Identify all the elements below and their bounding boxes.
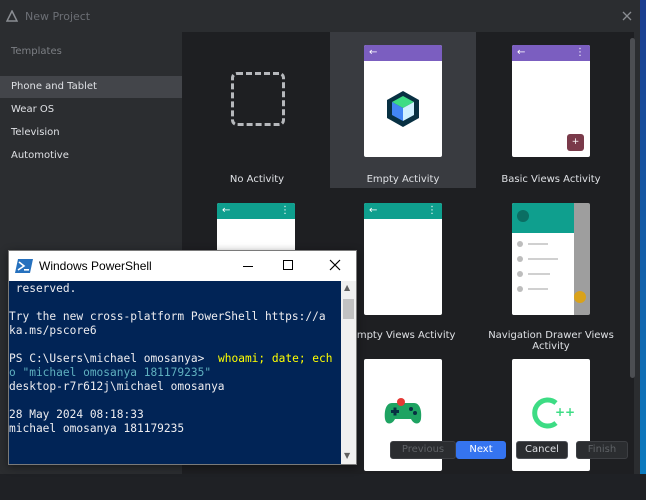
close-icon[interactable] [327,257,343,273]
console-prompt: PS C:\Users\michael omosanya> [9,352,212,365]
svg-text:++: ++ [555,405,574,419]
template-native-cpp[interactable]: ++ [478,344,624,500]
template-empty-activity[interactable]: ← Empty Activity [330,32,476,188]
window-titlebar: New Project [0,0,646,32]
desktop-wallpaper-edge [640,0,646,474]
powershell-titlebar[interactable]: Windows PowerShell [9,251,356,281]
template-no-activity[interactable]: No Activity [184,32,330,188]
navigation-drawer [512,203,574,315]
sidebar-item-phone-and-tablet[interactable]: Phone and Tablet [0,76,182,98]
drawer-item-icon [517,271,523,277]
console-line: michael omosanya 181179235 [9,422,185,435]
drawer-item-line [528,288,548,290]
app-bar: ← ⋮ [364,203,442,219]
game-controller-icon [384,398,422,424]
console-line: Try the new cross-platform PowerShell ht… [9,310,326,323]
wizard-buttons: Previous Next Cancel Finish [372,441,634,459]
close-icon[interactable] [620,9,634,23]
drawer-item-icon [517,286,523,292]
console-line: desktop-r7r612j\michael omosanya [9,380,225,393]
sidebar-item-television[interactable]: Television [0,122,182,144]
app-bar: ← ⋮ [217,203,295,219]
phone-preview [512,203,590,315]
finish-button[interactable]: Finish [576,441,628,459]
minimize-icon[interactable] [243,266,253,267]
scroll-down-icon[interactable]: ▼ [344,451,350,460]
no-activity-placeholder-icon [231,72,285,126]
drawer-item-line [528,243,548,245]
back-arrow-icon: ← [222,205,231,216]
template-label: No Activity [229,174,285,185]
sidebar-item-wear-os[interactable]: Wear OS [0,99,182,121]
powershell-window[interactable]: Windows PowerShell reserved. Try the new… [8,250,357,465]
powershell-title: Windows PowerShell [39,259,152,273]
console-command: whoami; date; ech [218,352,333,365]
phone-preview: ← ⋮ [364,203,442,315]
cancel-button[interactable]: Cancel [516,441,568,459]
back-arrow-icon: ← [369,47,378,58]
back-arrow-icon: ← [369,205,378,216]
previous-button[interactable]: Previous [390,441,456,459]
scroll-up-icon[interactable]: ▲ [344,283,350,292]
jetpack-compose-icon [387,91,419,127]
template-label: Basic Views Activity [501,174,601,185]
drawer-header [512,203,574,233]
drawer-item-line [528,258,558,260]
overflow-menu-icon: ⋮ [575,47,585,58]
app-bar: ← ⋮ [512,45,590,61]
fab-add-icon: + [567,134,584,151]
phone-preview: ← ⋮ + [512,45,590,157]
console-scrollbar[interactable]: ▲ ▼ [341,281,356,464]
maximize-icon[interactable] [283,260,293,270]
window-title: New Project [25,10,91,23]
back-arrow-icon: ← [517,47,526,58]
drawer-item-icon [517,241,523,247]
android-studio-logo-icon [6,10,18,22]
drawer-item-icon [517,256,523,262]
console-line: reserved. [9,282,77,295]
avatar [517,210,529,222]
next-button[interactable]: Next [456,441,506,459]
cpp-icon: ++ [532,397,574,429]
fab-icon [574,291,586,303]
template-basic-views-activity[interactable]: ← ⋮ + Basic Views Activity [478,32,624,188]
powershell-icon [15,259,33,273]
app-bar: ← [364,45,442,61]
console-line: 28 May 2024 08:18:33 [9,408,144,421]
phone-preview: ← [364,45,442,157]
scroll-thumb[interactable] [343,299,354,319]
templates-heading: Templates [11,46,62,57]
console-output[interactable]: reserved. Try the new cross-platform Pow… [9,281,341,464]
drawer-item-line [528,273,550,275]
sidebar-item-automotive[interactable]: Automotive [0,145,182,167]
gallery-scrollbar[interactable] [630,38,635,378]
template-navigation-drawer-views-activity[interactable]: Navigation Drawer Views Activity [478,188,624,352]
overflow-menu-icon: ⋮ [280,205,290,216]
template-label: Empty Activity [366,174,440,185]
overflow-menu-icon: ⋮ [427,205,437,216]
console-line: ka.ms/pscore6 [9,324,97,337]
console-command-continuation: o "michael omosanya 181179235" [9,366,212,379]
